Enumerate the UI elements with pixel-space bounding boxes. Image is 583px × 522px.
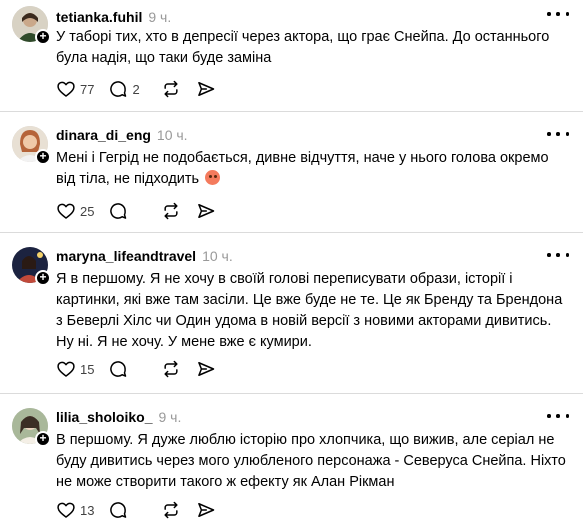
post-time: 9 ч. (148, 9, 172, 25)
comment-icon (110, 81, 127, 97)
reply-count: 2 (132, 81, 140, 97)
post: + lilia_sholoiko_ 9 ч. В першому. Я дуже … (0, 394, 583, 522)
share-button[interactable] (196, 79, 216, 99)
more-dots-icon[interactable] (547, 126, 569, 142)
post-header: lilia_sholoiko_ 9 ч. (56, 408, 181, 426)
post-text-content: Мені і Гегрід не подобається, дивне відч… (56, 150, 549, 187)
post: + dinara_di_eng 10 ч. Мені і Гегрід не по… (0, 112, 583, 233)
share-button[interactable] (196, 500, 216, 520)
face-with-steam-emoji (205, 170, 221, 185)
send-icon (198, 503, 215, 517)
share-button[interactable] (196, 201, 216, 221)
comment-icon (110, 203, 127, 219)
post-text: Я в першому. Я не хочу в своїй голові пе… (56, 271, 563, 350)
post: + maryna_lifeandtravel 10 ч. Я в першому.… (0, 233, 583, 394)
more-dots-icon[interactable] (547, 6, 569, 22)
follow-plus-icon[interactable]: + (35, 29, 51, 45)
like-count: 15 (80, 361, 95, 377)
repost-button[interactable] (160, 201, 182, 221)
send-icon (198, 362, 215, 376)
post-text: Мені і Гегрід не подобається, дивне відч… (56, 148, 567, 190)
repost-icon (164, 501, 179, 519)
username[interactable]: dinara_di_eng (56, 127, 151, 143)
avatar[interactable]: + (12, 126, 51, 165)
post-header: tetianka.fuhil 9 ч. (56, 8, 171, 26)
like-button[interactable]: 77 (56, 79, 94, 99)
reply-button[interactable] (108, 500, 146, 520)
post-actions: 15 (56, 357, 230, 381)
like-count: 25 (80, 203, 95, 219)
post-actions: 13 (56, 498, 230, 522)
repost-icon (164, 202, 179, 220)
more-dots-icon[interactable] (547, 247, 569, 263)
repost-button[interactable] (160, 359, 182, 379)
heart-icon (57, 203, 75, 219)
like-button[interactable]: 13 (56, 500, 94, 520)
repost-button[interactable] (160, 79, 182, 99)
follow-plus-icon[interactable]: + (35, 431, 51, 447)
follow-plus-icon[interactable]: + (35, 270, 51, 286)
share-button[interactable] (196, 359, 216, 379)
heart-icon (57, 502, 75, 518)
threads-feed: + tetianka.fuhil 9 ч. У таборі тих, хто в… (0, 0, 583, 522)
post-time: 10 ч. (202, 248, 233, 264)
send-icon (198, 204, 215, 218)
reply-button[interactable] (108, 359, 146, 379)
post-time: 9 ч. (158, 409, 182, 425)
reply-button[interactable] (108, 201, 146, 221)
more-dots-icon[interactable] (547, 408, 569, 424)
reply-button[interactable]: 2 (108, 79, 146, 99)
comment-icon (110, 502, 127, 518)
avatar[interactable]: + (12, 6, 51, 45)
send-icon (198, 82, 215, 96)
like-count: 77 (80, 81, 95, 97)
post-header: maryna_lifeandtravel 10 ч. (56, 247, 233, 265)
avatar[interactable]: + (12, 247, 51, 286)
post-header: dinara_di_eng 10 ч. (56, 126, 188, 144)
comment-icon (110, 361, 127, 377)
like-count: 13 (80, 502, 95, 518)
post-text: У таборі тих, хто в депресії через актор… (56, 29, 550, 66)
username[interactable]: lilia_sholoiko_ (56, 409, 152, 425)
like-button[interactable]: 15 (56, 359, 94, 379)
post-text: В першому. Я дуже люблю історію про хлоп… (56, 432, 566, 490)
follow-plus-icon[interactable]: + (35, 149, 51, 165)
heart-icon (57, 81, 75, 97)
repost-button[interactable] (160, 500, 182, 520)
post-actions: 25 (56, 199, 230, 223)
heart-icon (57, 361, 75, 377)
repost-icon (164, 80, 179, 98)
repost-icon (164, 360, 179, 378)
post-actions: 77 2 (56, 77, 230, 101)
username[interactable]: maryna_lifeandtravel (56, 248, 196, 264)
username[interactable]: tetianka.fuhil (56, 9, 142, 25)
post-time: 10 ч. (156, 127, 188, 143)
avatar[interactable]: + (12, 408, 51, 447)
post: + tetianka.fuhil 9 ч. У таборі тих, хто в… (0, 0, 583, 112)
like-button[interactable]: 25 (56, 201, 94, 221)
